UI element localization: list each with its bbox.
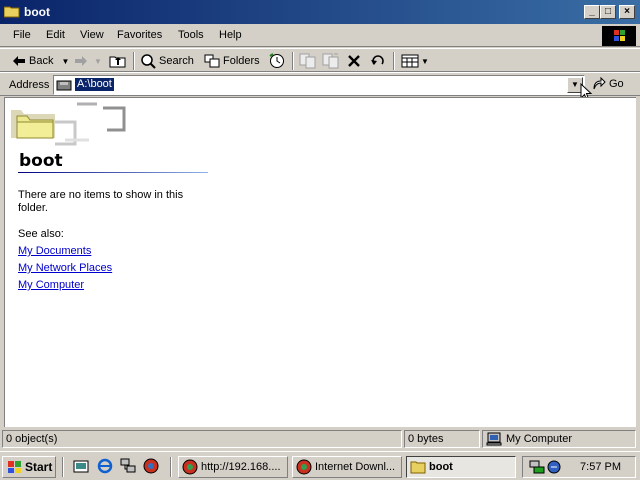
task-label: boot <box>429 461 453 473</box>
media-player-icon[interactable] <box>143 458 159 474</box>
folder-title: boot <box>19 151 63 171</box>
back-dropdown-icon[interactable]: ▼ <box>61 57 69 66</box>
search-button[interactable]: Search <box>140 52 194 70</box>
forward-dropdown-icon[interactable]: ▼ <box>94 57 102 66</box>
empty-folder-message: There are no items to show in this folde… <box>18 189 184 214</box>
toolbar-separator <box>292 52 294 70</box>
back-arrow-icon <box>13 56 25 66</box>
address-bar: Address A:\boot ▼ Go <box>0 72 640 102</box>
status-location: My Computer <box>506 433 573 445</box>
address-input[interactable]: A:\boot ▼ <box>53 75 585 95</box>
up-folder-button[interactable] <box>109 52 126 70</box>
globe-icon <box>296 459 312 475</box>
start-label: Start <box>25 460 53 474</box>
search-icon <box>141 54 156 69</box>
address-label: Address <box>9 79 50 91</box>
move-to-icon <box>299 53 316 69</box>
taskbar-item-download[interactable]: Internet Downl... <box>292 456 402 478</box>
menu-edit[interactable]: Edit <box>46 29 65 41</box>
maximize-button[interactable]: □ <box>600 5 616 19</box>
address-value[interactable]: A:\boot <box>75 78 114 91</box>
undo-icon <box>371 55 384 65</box>
standard-toolbar: Back ▼ ▼ Search Folders ▼ <box>0 48 640 72</box>
menu-view[interactable]: View <box>80 29 104 41</box>
status-bar: 0 object(s) 0 bytes My Computer <box>0 428 640 450</box>
history-button[interactable] <box>268 52 286 70</box>
windows-flag-icon <box>8 461 21 473</box>
views-icon <box>401 54 419 68</box>
up-folder-icon <box>109 56 126 68</box>
taskbar-item-boot[interactable]: boot <box>406 456 516 478</box>
back-button[interactable]: Back ▼ <box>12 52 69 70</box>
views-dropdown-icon: ▼ <box>421 56 429 66</box>
taskbar-divider <box>170 457 172 477</box>
toolbar-separator <box>393 52 395 70</box>
folders-label: Folders <box>223 55 260 67</box>
folder-icon <box>410 461 426 474</box>
go-arrow-icon <box>593 77 606 90</box>
delete-icon <box>348 55 360 67</box>
my-computer-icon <box>486 432 502 446</box>
menu-bar: File Edit View Favorites Tools Help <box>0 24 640 47</box>
go-label: Go <box>609 77 624 90</box>
undo-button[interactable] <box>370 52 386 70</box>
network-connection-icon[interactable] <box>529 460 545 474</box>
folder-watermark-icon <box>11 102 126 146</box>
taskbar-divider <box>62 457 64 477</box>
start-button[interactable]: Start <box>2 456 56 478</box>
toolbar-separator <box>133 52 135 70</box>
back-label: Back <box>29 55 54 67</box>
history-icon <box>269 53 284 68</box>
status-object-count: 0 object(s) <box>2 430 402 448</box>
windows-logo-icon <box>602 26 636 46</box>
copy-to-button[interactable] <box>322 52 339 70</box>
menu-tools[interactable]: Tools <box>178 29 204 41</box>
menu-file[interactable]: File <box>13 29 31 41</box>
task-label: Internet Downl... <box>315 461 396 473</box>
folders-icon <box>204 54 220 68</box>
menu-favorites[interactable]: Favorites <box>117 29 162 41</box>
task-label: http://192.168.... <box>201 461 281 473</box>
folder-view[interactable]: boot There are no items to show in this … <box>4 97 636 427</box>
show-desktop-icon[interactable] <box>73 458 89 474</box>
globe-icon <box>182 459 198 475</box>
status-size: 0 bytes <box>404 430 480 448</box>
network-icon[interactable] <box>120 458 136 474</box>
link-my-computer[interactable]: My Computer <box>18 279 84 291</box>
folders-button[interactable]: Folders <box>204 52 260 70</box>
clock: 7:57 PM <box>580 461 621 473</box>
floppy-drive-icon <box>56 80 72 91</box>
internet-explorer-icon[interactable] <box>97 458 113 474</box>
copy-to-icon <box>322 53 339 69</box>
link-my-network-places[interactable]: My Network Places <box>18 262 112 274</box>
delete-button[interactable] <box>347 52 361 70</box>
see-also-label: See also: <box>18 228 64 240</box>
go-button[interactable]: Go <box>592 77 624 90</box>
title-bar[interactable]: boot _ □ × <box>0 0 640 24</box>
forward-button[interactable]: ▼ <box>74 52 102 70</box>
window-title: boot <box>24 5 50 19</box>
close-button[interactable]: × <box>619 5 635 19</box>
menu-help[interactable]: Help <box>219 29 242 41</box>
taskbar: Start http://192.168.... Internet Downl.… <box>0 451 640 480</box>
link-my-documents[interactable]: My Documents <box>18 245 91 257</box>
volume-icon[interactable] <box>547 460 561 474</box>
forward-arrow-icon <box>75 56 87 66</box>
title-divider <box>18 172 208 173</box>
system-tray: 7:57 PM <box>522 456 636 478</box>
views-button[interactable]: ▼ <box>401 52 429 70</box>
search-label: Search <box>159 55 194 67</box>
status-location-panel: My Computer <box>482 430 636 448</box>
folder-icon <box>4 6 20 18</box>
minimize-button[interactable]: _ <box>584 5 600 19</box>
taskbar-item-browser[interactable]: http://192.168.... <box>178 456 288 478</box>
move-to-button[interactable] <box>299 52 316 70</box>
